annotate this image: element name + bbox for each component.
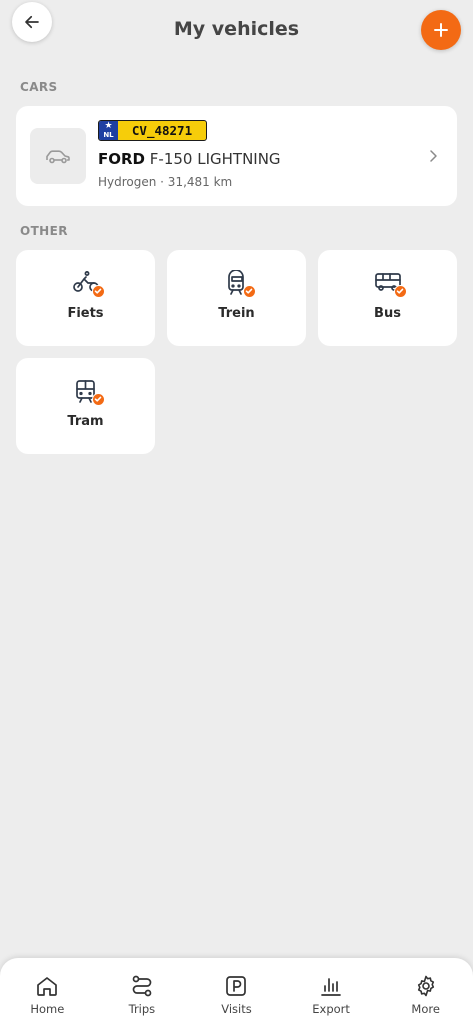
selected-check-icon bbox=[92, 393, 105, 406]
nav-item-more[interactable]: More bbox=[387, 958, 465, 1016]
vehicle-label: Tram bbox=[67, 414, 104, 429]
gear-icon bbox=[417, 975, 434, 997]
car-card[interactable]: ★ NL CV_48271 FORD F-150 LIGHTNING Hydro… bbox=[16, 106, 457, 206]
nav-item-export[interactable]: Export bbox=[292, 958, 370, 1016]
parking-icon bbox=[226, 976, 247, 996]
car-icon bbox=[46, 150, 70, 164]
nav-label: More bbox=[411, 1002, 440, 1016]
add-vehicle-button[interactable] bbox=[421, 10, 461, 50]
star-icon: ★ bbox=[104, 121, 113, 131]
tile-icon-wrapper bbox=[72, 378, 105, 408]
section-label-cars: CARS bbox=[20, 80, 58, 94]
car-thumbnail bbox=[30, 128, 86, 184]
tile-icon-wrapper bbox=[223, 269, 256, 300]
vehicle-tile-bus[interactable]: Bus bbox=[318, 250, 457, 346]
tile-icon-wrapper bbox=[72, 270, 105, 300]
vehicle-label: Fiets bbox=[67, 306, 104, 321]
bar-chart-icon bbox=[321, 978, 341, 996]
selected-check-icon bbox=[92, 285, 105, 298]
car-name: FORD F-150 LIGHTNING bbox=[98, 150, 281, 168]
vehicle-label: Trein bbox=[218, 306, 255, 321]
eu-flag-strip: ★ NL bbox=[99, 121, 118, 140]
car-meta: Hydrogen · 31,481 km bbox=[98, 175, 233, 189]
nav-label: Visits bbox=[221, 1002, 252, 1016]
plus-icon bbox=[434, 23, 448, 37]
car-make: FORD bbox=[98, 150, 145, 168]
vehicle-tile-trein[interactable]: Trein bbox=[167, 250, 306, 346]
car-model: F-150 LIGHTNING bbox=[149, 150, 281, 168]
nav-item-home[interactable]: Home bbox=[8, 958, 86, 1016]
selected-check-icon bbox=[394, 285, 407, 298]
home-icon bbox=[37, 977, 58, 996]
nav-label: Trips bbox=[128, 1002, 156, 1016]
vehicle-tile-fiets[interactable]: Fiets bbox=[16, 250, 155, 346]
chevron-right-icon bbox=[430, 150, 437, 162]
section-label-other: OTHER bbox=[20, 224, 68, 238]
tile-icon-wrapper bbox=[374, 270, 407, 300]
vehicle-tile-tram[interactable]: Tram bbox=[16, 358, 155, 454]
vehicle-label: Bus bbox=[374, 306, 401, 321]
route-icon bbox=[132, 975, 152, 997]
nav-label: Export bbox=[312, 1002, 350, 1016]
nav-item-trips[interactable]: Trips bbox=[103, 958, 181, 1016]
nav-label: Home bbox=[30, 1002, 65, 1016]
page-title: My vehicles bbox=[173, 18, 300, 40]
license-plate: ★ NL CV_48271 bbox=[98, 120, 207, 141]
header: My vehicles bbox=[0, 0, 473, 62]
selected-check-icon bbox=[243, 285, 256, 298]
plate-number: CV_48271 bbox=[131, 123, 193, 138]
plate-country: NL bbox=[103, 131, 114, 139]
bottom-navigation: Home Trips Visits Export More bbox=[0, 958, 473, 1024]
nav-item-visits[interactable]: Visits bbox=[197, 958, 275, 1016]
